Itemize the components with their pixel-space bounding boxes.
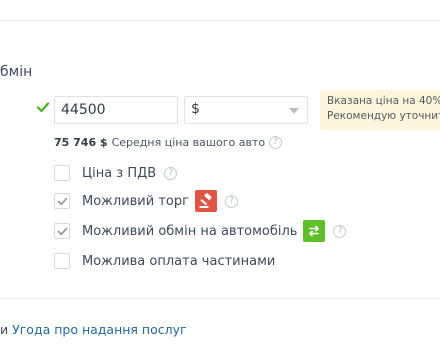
terms-link[interactable]: Угода про надання послуг [12,322,186,337]
hint-line-1: Вказана ціна на 40% н [327,95,440,107]
currency-selected-value: $ [191,101,200,117]
option-label: Можливий обмін на автомобіль [82,223,298,239]
valid-check-icon [36,102,50,113]
car-exchange-icon [303,220,326,242]
average-price-value: 75 746 $ [54,136,108,149]
installments-checkbox[interactable] [54,253,70,269]
auction-hammer-icon [194,190,217,212]
checkmark-icon [57,197,68,206]
price-hint-tooltip: Вказана ціна на 40% н Рекомендую уточнит [320,90,440,130]
average-price-label: Середня ціна вашого авто [111,136,266,149]
option-exchange[interactable]: Можливий обмін на автомобіль ? [54,220,347,242]
bottom-divider [0,298,440,299]
vat-checkbox[interactable] [54,165,70,181]
help-icon[interactable]: ? [333,224,347,238]
hint-line-2: Рекомендую уточнит [327,110,440,122]
help-icon[interactable]: ? [224,194,238,208]
bargain-checkbox[interactable] [54,193,70,209]
option-label: Можливий торг [82,193,189,209]
chevron-down-icon [289,108,299,114]
checkmark-icon [57,227,68,236]
top-divider [0,20,440,21]
option-installments[interactable]: Можлива оплата частинами [54,250,279,272]
option-label: Ціна з ПДВ [82,165,157,181]
help-icon[interactable]: ? [269,136,283,149]
footer-agreement: и Угода про надання послуг [0,322,187,337]
currency-select[interactable]: $ [184,96,308,124]
average-price-row: 75 746 $ Середня ціна вашого авто ? [54,136,283,149]
section-title: бмін [0,64,33,80]
option-bargain[interactable]: Можливий торг ? [54,190,238,212]
price-input[interactable] [54,96,178,124]
option-vat[interactable]: Ціна з ПДВ ? [54,162,178,184]
option-label: Можлива оплата частинами [82,253,276,269]
exchange-checkbox[interactable] [54,223,70,239]
footer-prefix: и [0,322,9,337]
help-icon[interactable]: ? [164,166,178,180]
